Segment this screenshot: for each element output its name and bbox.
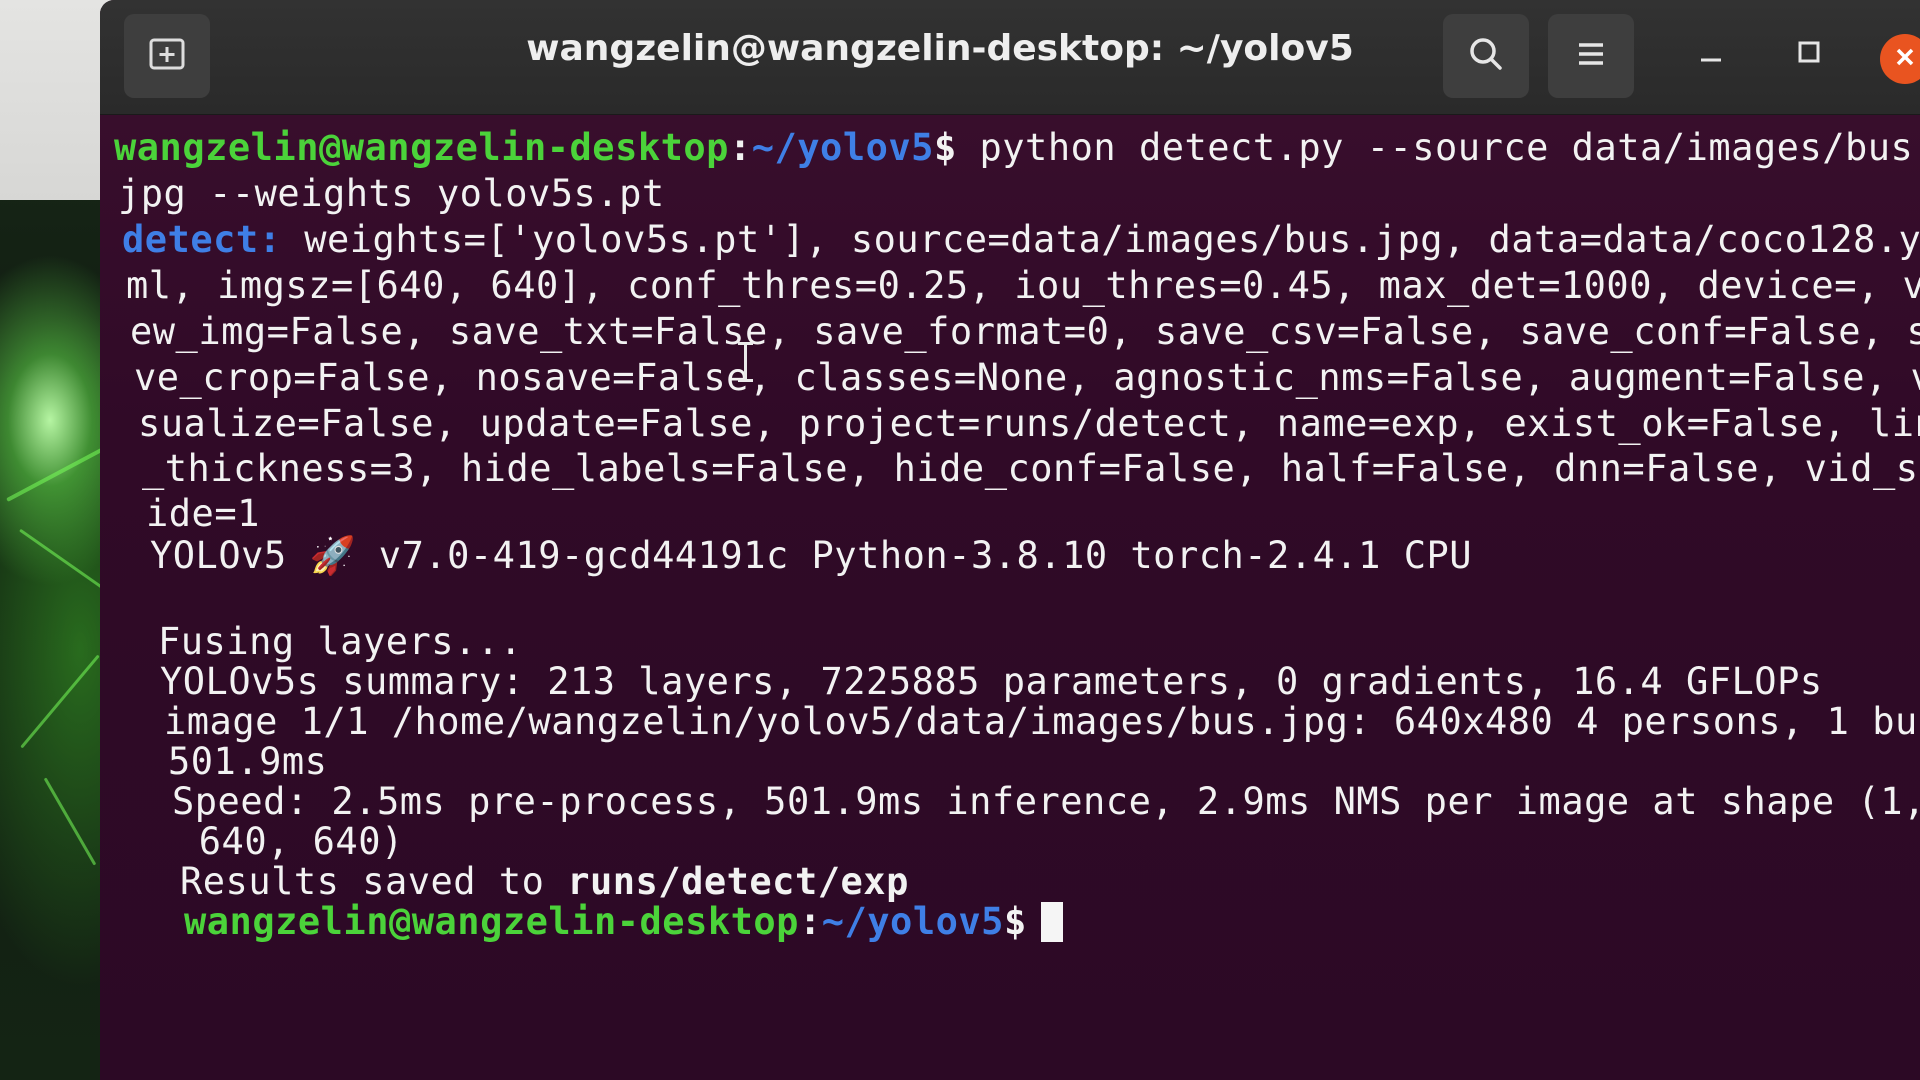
command-text: python detect.py --source data/images/bu…: [956, 126, 1920, 169]
terminal-window: wangzelin@wangzelin-desktop: ~/yolov5 wa…: [100, 0, 1920, 1080]
speed-line: 640, 640): [176, 820, 404, 863]
new-tab-icon: [145, 32, 189, 80]
detect-args-line: detect: weights=['yolov5s.pt'], source=d…: [122, 218, 1920, 261]
summary-line: YOLOv5s summary: 213 layers, 7225885 par…: [160, 660, 1823, 703]
terminal-prompt-line: wangzelin@wangzelin-desktop:~/yolov5$: [184, 900, 1063, 943]
wallpaper-streak: [19, 528, 111, 595]
maximize-icon: [1791, 34, 1827, 74]
detect-label: detect:: [122, 218, 282, 261]
text-cursor-ibeam: [738, 342, 753, 382]
new-tab-button[interactable]: [124, 14, 210, 98]
terminal-cursor: [1040, 902, 1063, 942]
menu-button[interactable]: [1548, 14, 1634, 98]
minimize-icon: [1693, 34, 1729, 74]
results-saved-line: Results saved to runs/detect/exp: [180, 860, 909, 903]
search-icon: [1464, 32, 1508, 80]
wallpaper-streak: [6, 442, 114, 502]
fusing-line: Fusing layers...: [158, 620, 523, 663]
terminal-output[interactable]: wangzelin@wangzelin-desktop:~/yolov5$ py…: [100, 114, 1920, 1080]
detect-args-text: weights=['yolov5s.pt'], source=data/imag…: [281, 218, 1920, 261]
prompt-colon: :: [728, 126, 752, 169]
wallpaper-streak: [20, 654, 100, 749]
detect-args-line: ew_img=False, save_txt=False, save_forma…: [130, 310, 1920, 353]
hamburger-menu-icon: [1571, 34, 1611, 78]
prompt-path: ~/yolov5: [821, 900, 1004, 943]
speed-line: Speed: 2.5ms pre-process, 501.9ms infere…: [172, 780, 1920, 823]
yolo-version-line: YOLOv5 🚀 v7.0-419-gcd44191c Python-3.8.1…: [150, 534, 1472, 578]
rocket-icon: 🚀: [309, 534, 357, 577]
close-button[interactable]: [1880, 34, 1920, 84]
maximize-button[interactable]: [1785, 30, 1833, 78]
prompt-dollar: $: [933, 126, 957, 169]
window-title: wangzelin@wangzelin-desktop: ~/yolov5: [526, 28, 1354, 69]
detect-args-line: ml, imgsz=[640, 640], conf_thres=0.25, i…: [126, 264, 1920, 307]
wallpaper-streak: [43, 777, 97, 866]
detect-args-line: _thickness=3, hide_labels=False, hide_co…: [142, 447, 1920, 490]
detect-args-line: sualize=False, update=False, project=run…: [138, 402, 1920, 445]
yolo-version-suffix: v7.0-419-gcd44191c Python-3.8.10 torch-2…: [356, 534, 1473, 577]
minimize-button[interactable]: [1687, 30, 1735, 78]
yolo-version-prefix: YOLOv5: [150, 534, 310, 577]
detect-args-line: ide=1: [146, 492, 260, 535]
prompt-colon: :: [798, 900, 822, 943]
prompt-path: ~/yolov5: [751, 126, 934, 169]
results-prefix: Results saved to: [180, 860, 568, 903]
prompt-dollar: $: [1003, 900, 1027, 943]
header-bar: wangzelin@wangzelin-desktop: ~/yolov5: [100, 0, 1920, 115]
prompt-user-host: wangzelin@wangzelin-desktop: [184, 900, 799, 943]
prompt-user-host: wangzelin@wangzelin-desktop: [114, 126, 729, 169]
close-icon: [1891, 43, 1919, 75]
detect-args-line: ve_crop=False, nosave=False, classes=Non…: [134, 356, 1920, 399]
image-result-line: image 1/1 /home/wangzelin/yolov5/data/im…: [164, 700, 1920, 743]
command-continuation: jpg --weights yolov5s.pt: [118, 172, 665, 215]
terminal-prompt-line: wangzelin@wangzelin-desktop:~/yolov5$ py…: [114, 126, 1920, 169]
search-button[interactable]: [1443, 14, 1529, 98]
image-result-line: 501.9ms: [168, 740, 328, 783]
results-path: runs/detect/exp: [567, 860, 909, 903]
